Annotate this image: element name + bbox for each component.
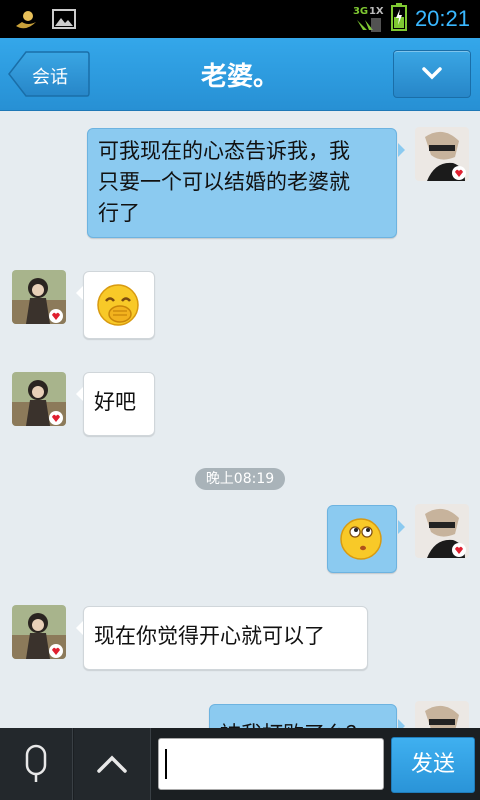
my-avatar[interactable] <box>415 504 469 558</box>
chevron-down-button[interactable] <box>393 50 471 98</box>
battery-charging-icon <box>390 3 407 35</box>
contact-avatar[interactable] <box>12 270 66 324</box>
message-text: 好吧 <box>94 390 136 414</box>
image-icon <box>52 8 76 34</box>
contact-avatar[interactable] <box>12 605 66 659</box>
shy-laugh-emoji <box>97 284 139 326</box>
signal-icon: 3G 1X <box>353 4 384 34</box>
contact-avatar[interactable] <box>12 372 66 426</box>
message-line: 只要一个可以结婚的老婆就 <box>98 170 350 194</box>
expand-button[interactable] <box>74 728 151 800</box>
text-caret <box>165 749 167 779</box>
my-avatar[interactable] <box>415 701 469 728</box>
message-line: 行了 <box>98 201 140 225</box>
message-bubble-outgoing[interactable]: 可我现在的心态告诉我，我 只要一个可以结婚的老婆就 行了 <box>87 128 405 238</box>
message-bubble-outgoing[interactable] <box>327 505 405 573</box>
message-text: 现在你觉得开心就可以了 <box>94 624 325 648</box>
timestamp-divider: 晚上08:19 <box>195 468 285 490</box>
chevron-up-icon <box>97 755 127 773</box>
voice-button[interactable] <box>0 728 73 800</box>
thinking-emoji <box>340 518 382 560</box>
message-text: 被我打败了么？ <box>220 719 367 728</box>
message-input[interactable] <box>158 738 384 790</box>
message-bubble-incoming[interactable]: 现在你觉得开心就可以了 <box>76 606 368 670</box>
message-bubble-incoming[interactable]: 好吧 <box>76 372 155 436</box>
notification-app-icon <box>14 8 38 34</box>
status-bar: 3G 1X 20:21 <box>0 0 480 38</box>
my-avatar[interactable] <box>415 127 469 181</box>
message-list[interactable]: 可我现在的心态告诉我，我 只要一个可以结婚的老婆就 行了 好吧 晚上08:19 … <box>0 111 480 728</box>
send-button[interactable]: 发送 <box>391 737 475 793</box>
chat-header: 会话 老婆。 <box>0 38 480 111</box>
message-bubble-outgoing[interactable]: 被我打败了么？ <box>209 704 405 728</box>
message-line: 可我现在的心态告诉我，我 <box>98 139 350 163</box>
microphone-icon <box>25 744 47 782</box>
chevron-down-icon <box>422 67 442 80</box>
input-bar: 发送 <box>0 728 480 800</box>
clock: 20:21 <box>414 6 470 31</box>
message-bubble-incoming[interactable] <box>76 271 155 339</box>
